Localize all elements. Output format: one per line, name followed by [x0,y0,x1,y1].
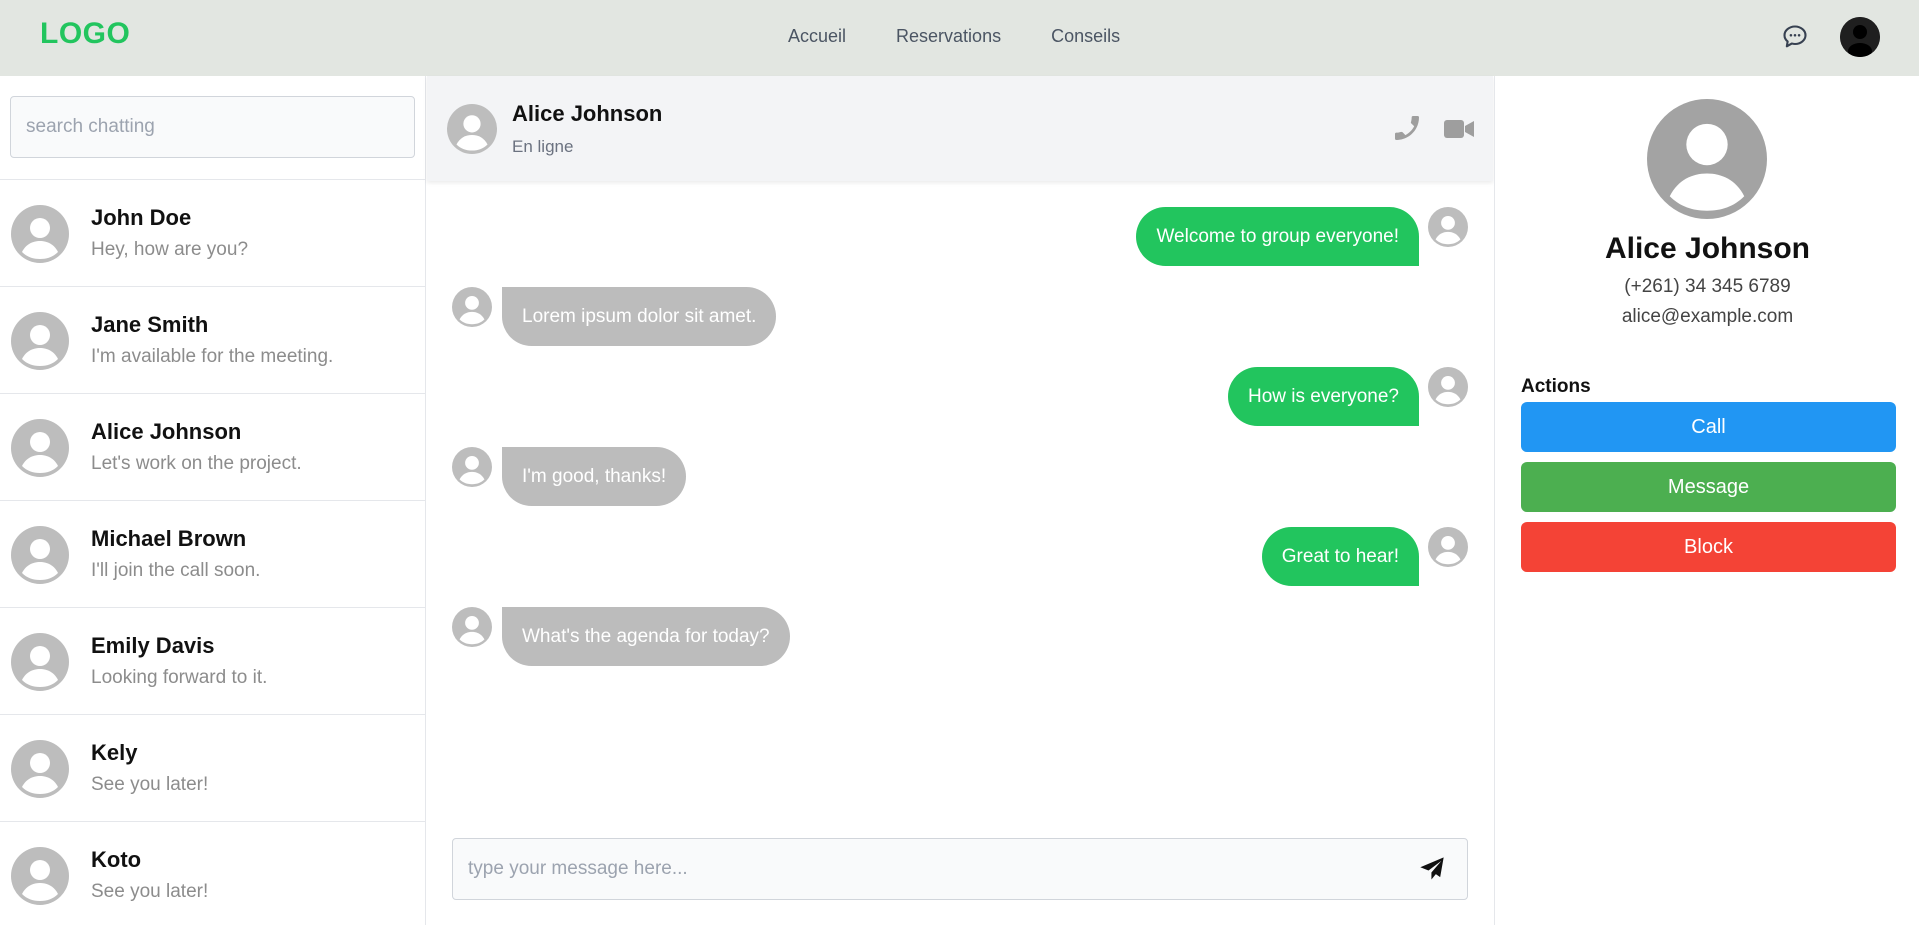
message-bubble-outgoing: How is everyone? [1227,367,1419,426]
chat-bubble-icon[interactable] [1781,23,1809,51]
avatar-icon [11,633,69,691]
avatar-icon [1647,99,1767,219]
avatar-icon [11,526,69,584]
contact-name: John Doe [91,205,192,230]
contact-name: Alice Johnson [91,419,242,444]
chat-header: Alice Johnson En ligne [427,76,1493,181]
contact-item[interactable]: Koto See you later! [0,822,425,925]
chat-status: En ligne [512,137,574,156]
avatar-icon [1428,207,1468,247]
profile-phone: (+261) 34 345 6789 [1624,276,1791,297]
actions-title: Actions [1521,376,1591,397]
contact-preview: Let's work on the project. [91,453,302,474]
top-navbar: LOGO Accueil Reservations Conseils [0,0,1919,76]
contact-item[interactable]: Emily Davis Looking forward to it. [0,608,425,715]
avatar-icon [1428,527,1468,567]
profile-name: Alice Johnson [1604,232,1811,265]
contact-preview: See you later! [91,774,209,795]
chat-panel: Alice Johnson En ligne Welcome to group … [427,76,1494,925]
logo[interactable]: LOGO [40,17,130,51]
avatar-icon [11,847,69,905]
message-bubble-outgoing: Great to hear! [1261,527,1419,586]
message-bubble-incoming: What's the agenda for today? [502,607,790,666]
phone-icon[interactable] [1391,112,1423,144]
nav-link-accueil[interactable]: Accueil [788,26,846,47]
avatar-icon [11,205,69,263]
contact-item[interactable]: Jane Smith I'm available for the meeting… [0,287,425,394]
nav-links: Accueil Reservations Conseils [788,26,1170,47]
avatar-icon [452,607,492,647]
contact-preview: I'm available for the meeting. [91,346,334,367]
contact-name: Michael Brown [91,526,247,551]
call-button[interactable]: Call [1521,402,1896,452]
avatar-icon [11,740,69,798]
message-composer [452,838,1468,900]
avatar-icon [452,287,492,327]
search-input[interactable] [10,96,415,158]
nav-link-conseils[interactable]: Conseils [1051,26,1120,47]
message-bubble-outgoing: Welcome to group everyone! [1136,207,1419,266]
contact-item[interactable]: Michael Brown I'll join the call soon. [0,501,425,608]
contact-preview: See you later! [91,881,209,902]
profile-email: alice@example.com [1621,306,1794,327]
profile-panel: Alice Johnson (+261) 34 345 6789 alice@e… [1494,76,1919,925]
contact-name: Emily Davis [91,633,215,658]
contact-preview: I'll join the call soon. [91,560,261,581]
avatar-icon [11,419,69,477]
contact-item[interactable]: John Doe Hey, how are you? [0,180,425,287]
contact-preview: Looking forward to it. [91,667,268,688]
avatar-icon [447,104,497,154]
contact-name: Kely [91,740,138,765]
contact-name: Koto [91,847,142,872]
block-button[interactable]: Block [1521,522,1896,572]
chat-title: Alice Johnson [512,101,663,126]
contact-item[interactable]: Kely See you later! [0,715,425,822]
avatar-icon [1428,367,1468,407]
contact-list: John Doe Hey, how are you? Jane Smith I'… [0,179,425,925]
message-bubble-incoming: Lorem ipsum dolor sit amet. [502,287,777,346]
contact-item[interactable]: Alice Johnson Let's work on the project. [0,394,425,501]
message-button[interactable]: Message [1521,462,1896,512]
video-camera-icon[interactable] [1443,116,1475,142]
contact-name: Jane Smith [91,312,209,337]
message-input[interactable] [453,839,1403,899]
contact-preview: Hey, how are you? [91,239,249,260]
user-avatar-icon[interactable] [1840,17,1880,57]
avatar-icon [452,447,492,487]
search-box [10,96,415,158]
avatar-icon [11,312,69,370]
nav-link-reservations[interactable]: Reservations [896,26,1001,47]
send-icon[interactable] [1418,855,1446,883]
message-bubble-incoming: I'm good, thanks! [502,447,687,506]
contacts-sidebar: John Doe Hey, how are you? Jane Smith I'… [0,76,426,925]
